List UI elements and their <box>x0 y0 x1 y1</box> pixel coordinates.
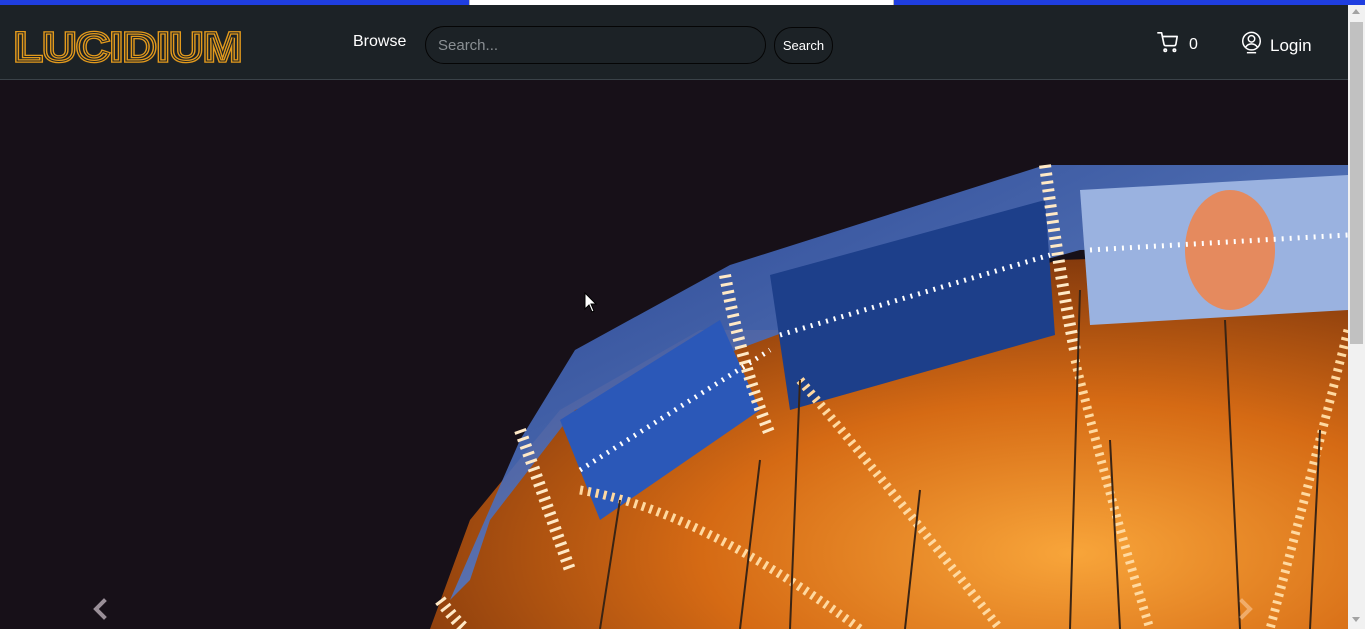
login-label: Login <box>1270 35 1312 55</box>
user-icon <box>1241 31 1262 60</box>
cart-icon <box>1157 31 1179 58</box>
brand-logo-mark: LUCIDIUM LUCIDIUM <box>12 22 244 72</box>
search-input[interactable] <box>425 26 766 64</box>
svg-text:LUCIDIUM: LUCIDIUM <box>14 24 242 66</box>
cart-button[interactable]: 0 <box>1157 31 1198 58</box>
brand-logo[interactable]: LUCIDIUM LUCIDIUM <box>12 22 244 72</box>
chevron-right-icon <box>1239 598 1253 620</box>
scroll-thumb[interactable] <box>1350 22 1363 344</box>
hero-carousel <box>0 80 1348 629</box>
carousel-next-button[interactable] <box>1236 595 1256 628</box>
mouse-cursor-icon <box>584 291 598 319</box>
carousel-prev-button[interactable] <box>90 595 110 628</box>
browse-link[interactable]: Browse <box>353 33 406 51</box>
chevron-left-icon <box>93 598 107 620</box>
search-button[interactable]: Search <box>774 27 833 64</box>
scroll-down-icon[interactable] <box>1352 617 1360 622</box>
page-scrollbar[interactable] <box>1348 5 1365 629</box>
navbar: LUCIDIUM LUCIDIUM Browse Search 0 Login <box>0 5 1348 80</box>
login-button[interactable]: Login <box>1241 31 1312 60</box>
cart-count: 0 <box>1189 35 1198 53</box>
scroll-up-icon[interactable] <box>1352 9 1360 14</box>
hero-carousel-image <box>0 80 1348 629</box>
